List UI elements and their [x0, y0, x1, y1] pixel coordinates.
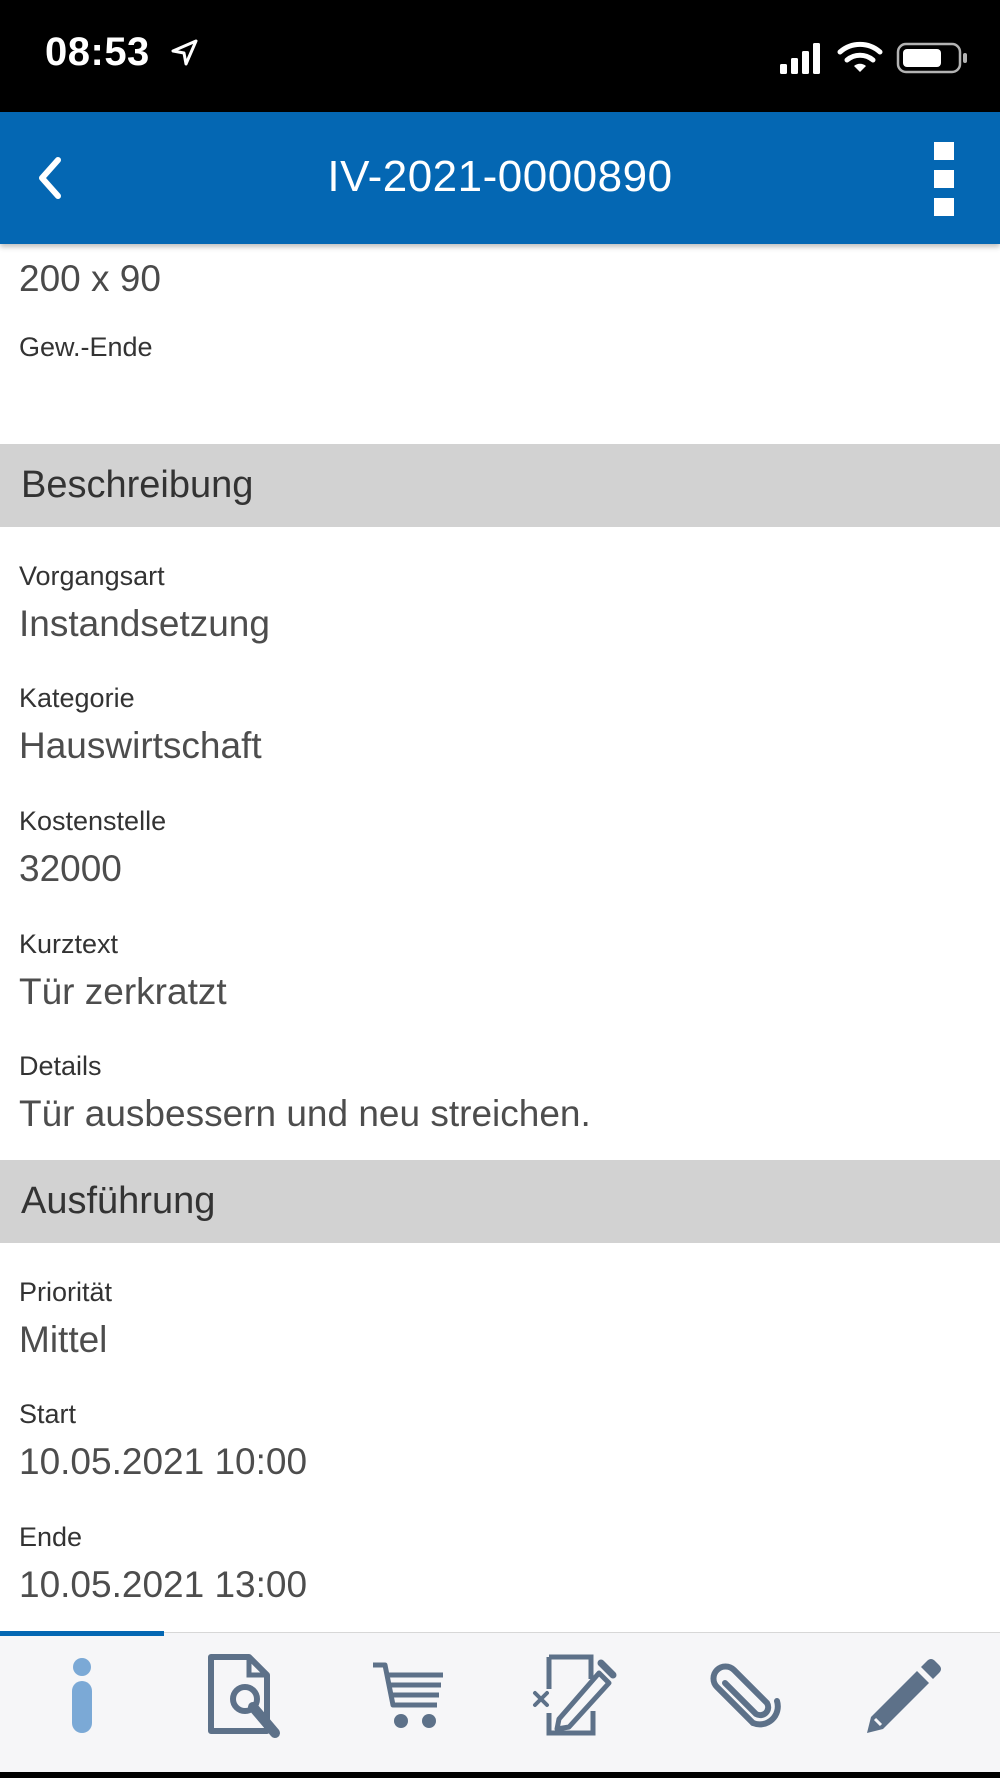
location-arrow-icon [171, 39, 198, 66]
field-value: Tür ausbessern und neu streichen. [19, 1093, 591, 1134]
info-icon [72, 1658, 92, 1733]
field-kategorie: Kategorie Hauswirtschaft [19, 682, 262, 768]
field-value: 10.05.2021 10:00 [19, 1441, 308, 1482]
field-value: Hauswirtschaft [19, 725, 262, 766]
field-kostenstelle: Kostenstelle 32000 [19, 805, 166, 891]
field-details: Details Tür ausbessern und neu streichen… [19, 1050, 591, 1136]
gew-ende-label: Gew.-Ende [19, 332, 153, 362]
field-kurztext: Kurztext Tür zerkratzt [19, 928, 227, 1014]
pencil-icon [867, 1659, 941, 1733]
section-header-beschreibung: Beschreibung [0, 444, 1000, 527]
battery-icon [896, 42, 967, 74]
active-tab-indicator [0, 1631, 164, 1636]
field-prioritaet: Priorität Mittel [19, 1276, 112, 1362]
signal-icon [780, 43, 820, 74]
tab-cart[interactable] [328, 1653, 492, 1753]
page-title: IV-2021-0000890 [327, 152, 673, 201]
field-value: 10.05.2021 13:00 [19, 1564, 308, 1605]
bottom-tab-bar [0, 1631, 1000, 1773]
tab-attachments[interactable] [656, 1653, 820, 1753]
field-label: Kategorie [19, 683, 135, 713]
field-value: Instandsetzung [19, 603, 270, 644]
wifi-icon [837, 41, 883, 72]
dimension-value: 200 x 90 [19, 258, 161, 299]
nav-bar: IV-2021-0000890 [0, 112, 1000, 244]
field-start: Start 10.05.2021 10:00 [19, 1398, 307, 1484]
signature-icon [533, 1654, 617, 1736]
tab-info[interactable] [0, 1653, 164, 1753]
paperclip-icon [710, 1663, 781, 1728]
field-label: Priorität [19, 1277, 113, 1307]
field-value: Mittel [19, 1319, 108, 1360]
field-vorgangsart: Vorgangsart Instandsetzung [19, 560, 270, 646]
section-header-ausfuehrung: Ausführung [0, 1160, 1000, 1243]
field-label: Ende [19, 1522, 83, 1552]
tab-signature[interactable] [492, 1653, 656, 1753]
tab-work-report[interactable] [164, 1653, 328, 1753]
cart-icon [373, 1662, 443, 1728]
field-label: Kostenstelle [19, 806, 167, 836]
status-icons [780, 41, 967, 74]
field-label: Details [19, 1051, 102, 1081]
status-bar: 08:53 [0, 0, 1000, 112]
field-label: Kurztext [19, 929, 119, 959]
document-wrench-icon [208, 1654, 280, 1738]
home-indicator-strip [0, 1772, 1000, 1778]
field-value: Tür zerkratzt [19, 971, 227, 1012]
tab-edit[interactable] [820, 1653, 984, 1753]
field-label: Vorgangsart [19, 561, 165, 591]
detail-content[interactable]: 200 x 90 Gew.-Ende Beschreibung Vorgangs… [0, 244, 1000, 1632]
status-time: 08:53 [45, 30, 150, 74]
more-menu-icon[interactable] [930, 142, 960, 216]
field-label: Start [19, 1399, 77, 1429]
field-value: 32000 [19, 848, 122, 889]
field-ende: Ende 10.05.2021 13:00 [19, 1521, 307, 1607]
